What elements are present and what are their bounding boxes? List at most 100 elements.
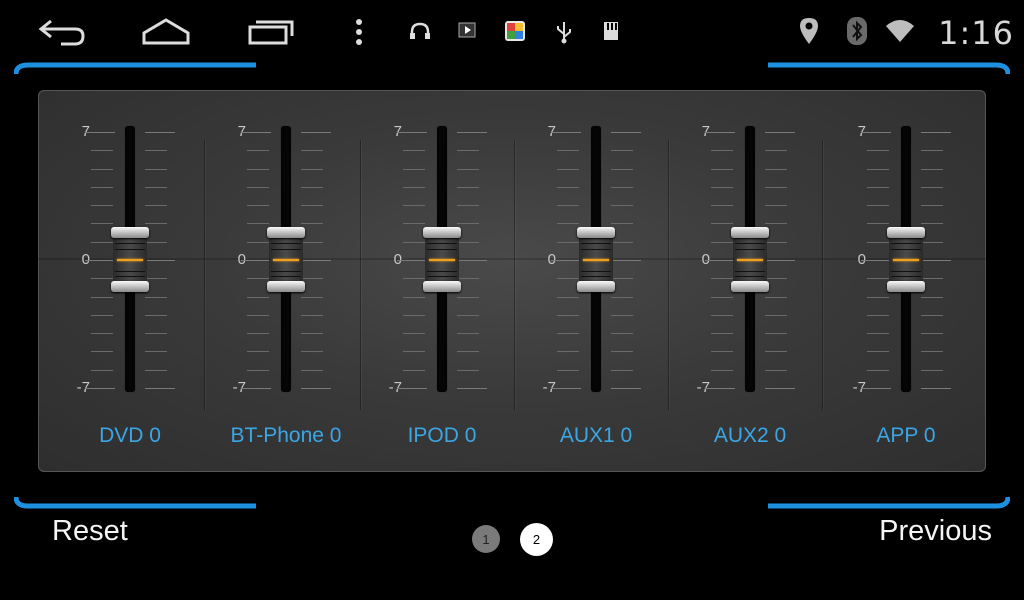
recent-apps-button[interactable] — [242, 14, 298, 50]
scale-tick — [301, 388, 331, 389]
channel-2: 70-7IPOD 0 — [367, 90, 517, 472]
slider-knob[interactable] — [267, 227, 305, 293]
scale-tick — [457, 132, 487, 133]
slider-knob[interactable] — [111, 227, 149, 293]
scale-tick — [403, 205, 425, 207]
scale-tick — [711, 369, 733, 371]
scale-tick — [91, 241, 113, 243]
scale-tick — [611, 186, 633, 188]
scale-tick — [397, 132, 427, 133]
scale-tick — [145, 369, 167, 371]
menu-button[interactable] — [332, 14, 386, 50]
scale-tick — [921, 369, 943, 371]
channel-3: 70-7AUX1 0 — [521, 90, 671, 472]
scale-tick — [765, 186, 787, 188]
scale-tick — [247, 314, 269, 316]
scale-tick — [145, 150, 167, 152]
scale-tick — [611, 168, 633, 170]
channel-1: 70-7BT-Phone 0 — [211, 90, 361, 472]
scale-tick — [241, 388, 271, 389]
scale-tick — [867, 296, 889, 298]
scale-tick — [403, 351, 425, 353]
channel-5: 70-7APP 0 — [831, 90, 981, 472]
scale-tick — [557, 278, 579, 280]
slider-knob[interactable] — [731, 227, 769, 293]
scale-tick — [711, 351, 733, 353]
slider-knob[interactable] — [887, 227, 925, 293]
accent-top-right — [768, 62, 1010, 74]
accent-top-left — [14, 62, 256, 74]
scale-tick — [765, 260, 795, 261]
scale-tick — [91, 333, 113, 335]
scale-tick — [557, 351, 579, 353]
scale-tick — [557, 205, 579, 207]
scale-tick — [921, 168, 943, 170]
scale-tick — [403, 186, 425, 188]
scale-tick — [403, 241, 425, 243]
page-indicator-1[interactable]: 1 — [472, 525, 500, 553]
scale-tick — [91, 369, 113, 371]
scale-tick — [765, 351, 787, 353]
scale-tick — [921, 314, 943, 316]
scale-tick — [765, 205, 787, 207]
wifi-icon — [884, 18, 916, 44]
scale-tick — [867, 369, 889, 371]
scale-tick — [91, 314, 113, 316]
scale-tick — [145, 333, 167, 335]
home-button[interactable] — [138, 14, 194, 50]
scale-tick — [611, 351, 633, 353]
scale-tick — [711, 150, 733, 152]
scale-tick — [867, 278, 889, 280]
headset-icon — [408, 20, 432, 42]
scale-tick — [711, 168, 733, 170]
scale-tick — [85, 132, 115, 133]
reset-button[interactable]: Reset — [52, 515, 128, 548]
scale-tick — [247, 150, 269, 152]
scale-tick — [611, 333, 633, 335]
slider-knob[interactable] — [577, 227, 615, 293]
channel-0: 70-7DVD 0 — [55, 90, 205, 472]
scale-tick — [91, 278, 113, 280]
scale-tick — [91, 296, 113, 298]
scale-tick — [457, 388, 487, 389]
knob-indicator — [893, 259, 919, 261]
back-button[interactable] — [34, 14, 90, 50]
slider-knob[interactable] — [423, 227, 461, 293]
page-indicator-2[interactable]: 2 — [520, 523, 553, 556]
knob-indicator — [737, 259, 763, 261]
scale-tick — [301, 186, 323, 188]
scale-tick — [457, 296, 479, 298]
scale-tick — [921, 150, 943, 152]
scale-tick — [301, 296, 323, 298]
scale-tick — [457, 314, 479, 316]
scale-tick — [91, 351, 113, 353]
scale-tick — [85, 388, 115, 389]
scale-tick — [403, 278, 425, 280]
back-icon — [38, 19, 85, 46]
scale-tick — [247, 333, 269, 335]
knob-indicator — [583, 259, 609, 261]
scale-tick — [711, 314, 733, 316]
scale-tick — [145, 351, 167, 353]
scale-tick — [241, 132, 271, 133]
scale-tick — [247, 241, 269, 243]
scale-tick — [91, 150, 113, 152]
scale-tick — [921, 186, 943, 188]
scale-tick — [557, 168, 579, 170]
scale-tick — [921, 260, 951, 261]
accent-bottom-left — [14, 497, 256, 509]
scale-tick — [611, 388, 641, 389]
scale-tick — [867, 150, 889, 152]
usb-icon — [554, 20, 574, 44]
app-store-icon — [504, 20, 526, 42]
scale-tick — [711, 278, 733, 280]
accent-bottom-right — [768, 497, 1010, 509]
scale-tick — [921, 296, 943, 298]
scale-tick — [247, 351, 269, 353]
scale-tick — [867, 168, 889, 170]
scale-tick — [91, 186, 113, 188]
scale-tick — [145, 314, 167, 316]
scale-tick — [403, 369, 425, 371]
previous-button[interactable]: Previous — [879, 515, 992, 548]
scale-tick — [301, 333, 323, 335]
